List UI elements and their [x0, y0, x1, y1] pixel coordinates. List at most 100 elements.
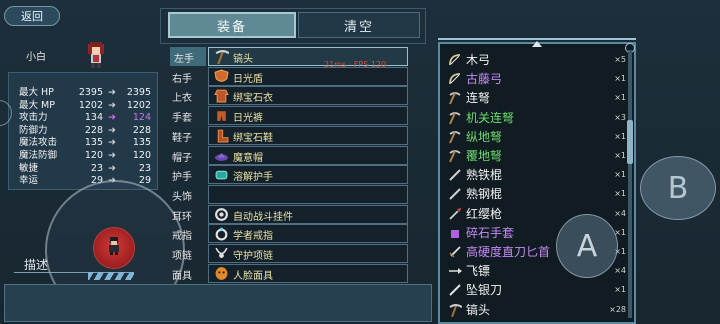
- staff-icon: [449, 169, 461, 181]
- equipment-item-name: 溶解护手: [233, 172, 273, 184]
- stat-row: 攻击力 134 ➜ 124: [19, 112, 159, 123]
- description-tab[interactable]: 描述: [24, 256, 48, 273]
- stat-label: 魔法攻击: [19, 137, 58, 149]
- equipment-slot-row[interactable]: 戒指 学者戒指: [164, 223, 412, 244]
- staff-icon: [449, 188, 461, 201]
- equipment-item-name: 人脸面具: [233, 270, 273, 282]
- glove-icon: [451, 229, 459, 238]
- b-button[interactable]: B: [640, 156, 716, 220]
- dagger-icon: [449, 246, 461, 258]
- inventory-item[interactable]: 连弩 ×1: [448, 90, 632, 107]
- stat-row: 防御力 228 ➜ 228: [19, 125, 159, 136]
- equipment-slot-label: 手套: [172, 113, 192, 125]
- equipment-slot-row[interactable]: 护手 溶解护手: [164, 164, 412, 185]
- equipment-slot-row[interactable]: 面具 人脸面具: [164, 263, 412, 284]
- equipment-slot-row[interactable]: 项链 守护项链: [164, 243, 412, 264]
- bow-icon: [449, 73, 461, 85]
- equipment-slot-row[interactable]: 鞋子 绑宝石鞋: [164, 125, 412, 146]
- stat-current-value: 23: [90, 162, 103, 174]
- inventory-item-name: 高硬度直刀匕首: [466, 245, 551, 259]
- inventory-item[interactable]: 镐头 ×28: [448, 302, 632, 319]
- stat-current-value: 120: [84, 150, 103, 161]
- equipment-slot-label: 戒指: [172, 231, 192, 243]
- inventory-item[interactable]: 熟钢棍 ×1: [448, 186, 632, 203]
- ring-icon: [215, 227, 228, 241]
- equipment-slot-row[interactable]: 耳环 自动战斗挂件: [164, 204, 412, 225]
- scroll-up-indicator: [532, 41, 542, 47]
- stat-row: 最大 HP 2395 ➜ 2395: [19, 87, 159, 98]
- equipment-slots: 左手 镐头 右手 日光盾 上衣 绑宝石衣 手套 日光裤 鞋子 绑宝石鞋 帽子 魔意帽 护手 溶解护手 头饰耳…: [164, 46, 412, 284]
- equipment-slot-label: 项链: [172, 251, 192, 262]
- joystick-character-icon: [109, 237, 119, 255]
- a-button[interactable]: A: [556, 214, 618, 278]
- stat-current-value: 228: [84, 124, 103, 136]
- inventory-item-count: ×1: [614, 131, 626, 141]
- stat-row: 魔法攻击 135 ➜ 135: [19, 137, 159, 148]
- stat-new-value: 124: [132, 112, 151, 124]
- equipment-slot-row[interactable]: 手套 日光裤: [164, 105, 412, 126]
- equipment-slot-label: 左手: [170, 47, 206, 66]
- inventory-item-count: ×1: [614, 170, 626, 180]
- stat-new-value: 2395: [126, 87, 151, 98]
- inventory-scroll-thumb[interactable]: [627, 120, 633, 164]
- inventory-item[interactable]: 覆地弩 ×1: [448, 148, 632, 165]
- equipment-slot-row[interactable]: 头饰: [164, 184, 412, 205]
- spear-icon: [449, 207, 461, 220]
- inventory-item-name: 熟铁棍: [466, 168, 503, 183]
- stats-panel: 最大 HP 2395 ➜ 2395 最大 MP 1202 ➜ 1202 攻击力 134 ➜ 124 防御…: [8, 72, 158, 190]
- inventory-item[interactable]: 坠银刀 ×1: [448, 282, 632, 299]
- inventory-item-count: ×1: [614, 93, 626, 103]
- stat-label: 最大 HP: [19, 87, 54, 98]
- crossbow-icon: [449, 111, 461, 125]
- inventory-item-name: 纵地弩: [466, 129, 503, 144]
- back-button[interactable]: 返回: [4, 6, 60, 26]
- dart-icon: [449, 268, 462, 275]
- equipment-item-name: 绑宝石鞋: [233, 132, 273, 144]
- character-avatar-icon: [88, 42, 104, 68]
- inventory-item[interactable]: 熟铁棍 ×1: [448, 167, 632, 184]
- equipment-slot-label: 右手: [172, 73, 192, 85]
- equipment-item-name: 绑宝石衣: [233, 93, 273, 105]
- knife-icon: [449, 284, 461, 297]
- inventory-item-name: 熟钢棍: [466, 187, 503, 202]
- inventory-item[interactable]: 木弓 ×5: [448, 52, 632, 69]
- pickaxe-icon: [449, 303, 462, 317]
- inventory-item-count: ×1: [614, 151, 626, 160]
- equipment-slot-row[interactable]: 帽子 魔意帽: [164, 145, 412, 166]
- equipment-slot-box[interactable]: [208, 184, 408, 204]
- inventory-item[interactable]: 古藤弓 ×1: [448, 71, 632, 88]
- stat-new-value: 135: [132, 137, 151, 149]
- inventory-item[interactable]: 纵地弩 ×1: [448, 129, 632, 146]
- equipment-item-name: 守护项链: [233, 251, 273, 262]
- stat-arrow-icon: ➜: [108, 162, 116, 174]
- inventory-item[interactable]: 机关连弩 ×3: [448, 110, 632, 127]
- stat-arrow-icon: ➜: [108, 87, 116, 98]
- equipment-item-name: 日光裤: [233, 113, 263, 125]
- stat-current-value: 135: [84, 137, 103, 149]
- tab-equip[interactable]: 装备: [168, 12, 296, 38]
- equipment-slot-label: 头饰: [172, 191, 192, 203]
- stat-label: 幸运: [19, 175, 39, 187]
- necklace-icon: [215, 247, 228, 258]
- stat-new-value: 23: [138, 162, 151, 174]
- equipment-item-name: 自动战斗挂件: [233, 211, 293, 223]
- inventory-item-count: ×3: [614, 112, 626, 122]
- stat-label: 魔法防御: [19, 150, 58, 161]
- equipment-slot-row[interactable]: 上衣 绑宝石衣: [164, 85, 412, 106]
- inventory-list[interactable]: 木弓 ×5 古藤弓 ×1 连弩 ×1 机关连弩 ×3 纵地弩 ×1 覆地弩 ×1 熟铁棍 ×1 熟钢棍 ×1 红…: [438, 42, 636, 324]
- inventory-item-name: 碎石手套: [466, 225, 515, 240]
- crossbow-icon: [449, 150, 461, 163]
- stat-arrow-icon: ➜: [108, 99, 116, 111]
- description-stripes: [88, 272, 134, 280]
- crossbow-icon: [449, 92, 461, 105]
- equipment-item-name: 学者戒指: [233, 231, 273, 243]
- boots-icon: [217, 129, 229, 143]
- inventory-scrollbar[interactable]: [628, 50, 632, 318]
- equipment-slot-label: 面具: [172, 270, 192, 282]
- equipment-item-name: 镐头: [233, 54, 253, 65]
- inventory-item-count: ×4: [614, 208, 626, 218]
- stat-row: 最大 MP 1202 ➜ 1202: [19, 100, 159, 111]
- inventory-item-name: 红缨枪: [466, 206, 503, 221]
- stat-row: 魔法防御 120 ➜ 120: [19, 150, 159, 161]
- tab-clear[interactable]: 清空: [298, 12, 420, 38]
